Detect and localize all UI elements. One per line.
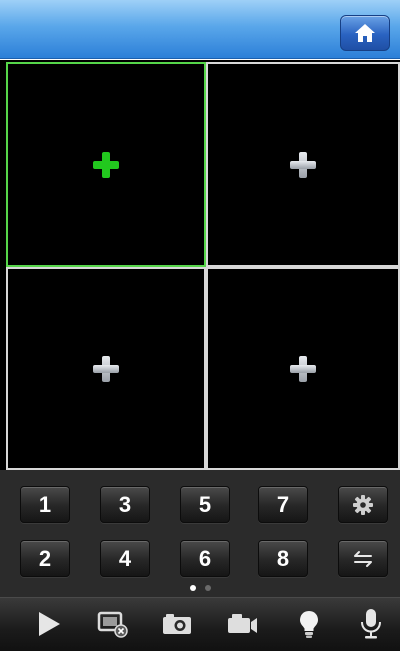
home-icon	[355, 24, 375, 42]
channel-key-4[interactable]: 4	[100, 540, 150, 577]
light-button[interactable]	[286, 604, 332, 644]
microphone-icon	[361, 609, 381, 639]
channel-cell-2[interactable]	[206, 62, 400, 267]
swap-icon	[354, 550, 372, 567]
add-icon[interactable]	[289, 355, 317, 383]
control-panel: 1 3 5 7 2 4 6 8	[0, 470, 400, 597]
channel-key-5[interactable]: 5	[180, 486, 230, 523]
home-button[interactable]	[340, 15, 390, 51]
add-icon[interactable]	[92, 355, 120, 383]
video-grid	[0, 60, 400, 470]
channel-key-6[interactable]: 6	[180, 540, 230, 577]
add-icon[interactable]	[92, 151, 120, 179]
channel-key-8[interactable]: 8	[258, 540, 308, 577]
channel-key-3[interactable]: 3	[100, 486, 150, 523]
channel-key-2[interactable]: 2	[20, 540, 70, 577]
page-dot-1[interactable]	[189, 585, 196, 591]
snapshot-icon	[163, 614, 191, 634]
settings-button[interactable]	[338, 486, 388, 523]
play-button[interactable]	[26, 604, 72, 644]
gear-icon	[353, 494, 373, 515]
top-bar	[0, 0, 400, 59]
channel-cell-4[interactable]	[206, 267, 400, 470]
close-stream-button[interactable]	[90, 604, 136, 644]
record-icon	[228, 614, 257, 633]
channel-key-1[interactable]: 1	[20, 486, 70, 523]
switch-stream-button[interactable]	[338, 540, 388, 577]
close-stream-icon	[97, 611, 128, 638]
page-indicator	[0, 585, 400, 595]
microphone-button[interactable]	[348, 604, 394, 644]
page-dot-2[interactable]	[204, 585, 211, 591]
channel-cell-1[interactable]	[6, 62, 206, 267]
channel-key-7[interactable]: 7	[258, 486, 308, 523]
bottom-toolbar	[0, 597, 400, 651]
channel-cell-3[interactable]	[6, 267, 206, 470]
snapshot-button[interactable]	[154, 604, 200, 644]
record-button[interactable]	[220, 604, 266, 644]
add-icon[interactable]	[289, 151, 317, 179]
light-icon	[300, 611, 318, 638]
play-icon	[39, 612, 60, 636]
